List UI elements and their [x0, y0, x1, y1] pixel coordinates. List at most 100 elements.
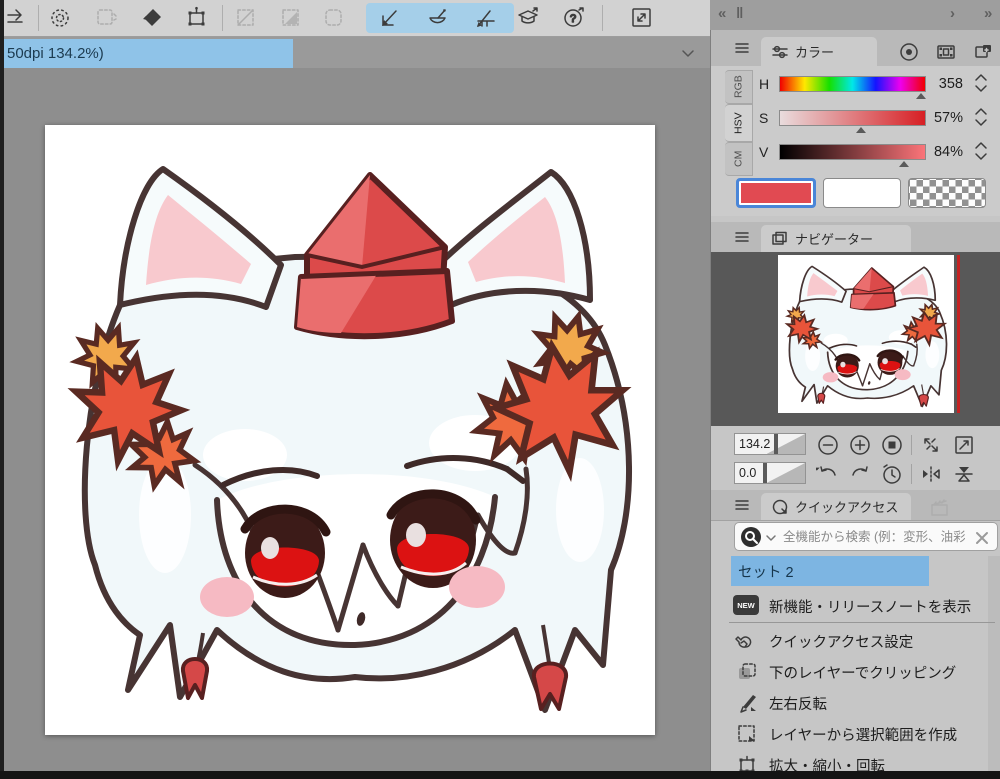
fit-to-screen-button[interactable] [918, 433, 944, 457]
tab-color-set[interactable] [930, 40, 962, 64]
saturation-stepper[interactable] [973, 106, 989, 128]
chevron-down-icon[interactable] [676, 41, 700, 65]
palette-dock-header: « ‖ › » [710, 0, 1000, 30]
rotate-reset-button[interactable] [879, 462, 905, 486]
canvas-tab[interactable]: 50dpi 134.2%) [4, 39, 293, 68]
value-stepper[interactable] [973, 140, 989, 162]
saturation-slider[interactable] [779, 110, 926, 126]
spray-tool-icon[interactable] [42, 2, 78, 34]
clip-studio-paint-window: ? 50dpi 134.2%) « ‖ › » カラー RGB HSV CM H… [0, 0, 1000, 779]
blend-tool-icon[interactable] [88, 2, 124, 34]
navigator-viewport[interactable] [711, 252, 1000, 426]
clip-layer-icon [735, 660, 759, 684]
menu-item-release-notes[interactable]: NEW 新機能・リリースノートを表示 [711, 590, 1000, 621]
value-label: V [759, 144, 769, 160]
svg-text:?: ? [570, 13, 576, 25]
saturation-value: 57% [933, 110, 963, 126]
zoom-value-box[interactable]: 134.2 [734, 433, 806, 455]
tab-color-label: カラー [795, 45, 835, 60]
selection-fade-icon[interactable] [273, 2, 309, 34]
hue-stepper[interactable] [973, 72, 989, 94]
hue-slider-caret[interactable] [916, 93, 926, 99]
clear-search-icon[interactable] [974, 530, 990, 546]
brush-tool-icon[interactable] [420, 3, 456, 35]
artwork-illustration [45, 125, 655, 735]
selection-rounded-icon[interactable] [316, 2, 352, 34]
tab-navigator-label: ナビゲーター [795, 232, 874, 247]
search-icon [741, 527, 761, 547]
rotation-value-box[interactable]: 0.0 [734, 462, 806, 484]
zoom-in-button[interactable] [847, 433, 873, 457]
tab-quick-access-label: クイックアクセス [795, 500, 899, 515]
help-icon[interactable]: ? [557, 2, 593, 34]
flip-horizontal-button[interactable] [918, 462, 944, 486]
canvas[interactable] [45, 125, 655, 735]
zoom-out-button[interactable] [815, 433, 841, 457]
tab-color[interactable]: カラー [761, 37, 877, 66]
chevron-down-icon[interactable] [764, 531, 778, 545]
quick-access-panel-header: クイックアクセス [711, 490, 1000, 521]
fill-bucket-icon[interactable] [135, 2, 171, 34]
transparent-color-swatch[interactable] [908, 178, 986, 208]
canvas-tab-bar: 50dpi 134.2%) [4, 37, 710, 68]
selection-marquee-icon [735, 722, 759, 746]
set-label: セット 2 [738, 564, 794, 581]
command-toolbar: ? [4, 0, 710, 37]
hsv-slider-area: RGB HSV CM H 358 S 57% V 84% [711, 66, 1000, 216]
navigator-thumbnail[interactable] [778, 255, 954, 413]
search-input[interactable] [781, 526, 967, 548]
transform-tool-icon[interactable] [179, 2, 215, 34]
stacked-canvases-icon [772, 231, 787, 245]
navigator-page-edge [957, 255, 960, 413]
function-search-field[interactable] [734, 522, 998, 551]
new-badge-icon: NEW [733, 595, 759, 615]
redo-icon[interactable] [0, 2, 32, 34]
palette-dock: カラー RGB HSV CM H 358 S 57% V 84% ナビゲーター … [710, 30, 1000, 771]
rail-tab-hsv[interactable]: HSV [725, 104, 753, 142]
dock-handle-icon[interactable]: ‖ [736, 5, 743, 22]
selection-launcher-icon[interactable] [228, 2, 264, 34]
panel-menu-icon[interactable] [733, 39, 751, 57]
value-slider-caret[interactable] [899, 161, 909, 167]
quick-access-set-selector[interactable]: セット 2 [731, 556, 929, 586]
menu-item-flip-horizontal[interactable]: 左右反転 [711, 687, 1000, 718]
tab-animation[interactable] [923, 495, 957, 520]
color-panel-header: カラー [711, 30, 1000, 67]
menu-item-selection-from-layer[interactable]: レイヤーから選択範囲を作成 [711, 718, 1000, 749]
value-slider[interactable] [779, 144, 926, 160]
collapse-dock-icon[interactable]: « [718, 5, 726, 22]
menu-item-quick-access-settings[interactable]: クイックアクセス設定 [711, 625, 1000, 656]
hue-slider[interactable] [779, 76, 926, 92]
main-color-swatch[interactable] [736, 178, 816, 208]
tab-navigator[interactable]: ナビゲーター [761, 225, 911, 252]
expand-dock-icon[interactable]: » [984, 5, 992, 22]
fullscreen-icon[interactable] [624, 2, 660, 34]
rail-tab-rgb[interactable]: RGB [725, 70, 753, 104]
next-panel-icon[interactable]: › [950, 5, 955, 22]
hue-label: H [759, 76, 770, 92]
tab-color-wheel[interactable] [893, 40, 925, 64]
zoom-reset-button[interactable] [879, 433, 905, 457]
rail-tab-cm[interactable]: CM [725, 142, 753, 176]
saturation-label: S [759, 110, 769, 126]
tab-color-history[interactable] [967, 40, 999, 64]
tab-quick-access[interactable]: クイックアクセス [761, 493, 911, 520]
flip-vertical-button[interactable] [951, 462, 977, 486]
zoom-value: 134.2 [739, 437, 771, 451]
rotate-right-button[interactable] [847, 462, 873, 486]
menu-item-clip-to-layer-below[interactable]: 下のレイヤーでクリッピング [711, 656, 1000, 687]
workspace [4, 68, 710, 771]
sliders-icon [772, 45, 788, 58]
sub-color-swatch[interactable] [823, 178, 901, 208]
saturation-slider-caret[interactable] [856, 127, 866, 133]
panel-menu-icon[interactable] [733, 228, 751, 246]
rotate-left-button[interactable] [815, 462, 841, 486]
panel-menu-icon[interactable] [733, 496, 751, 514]
vector-line-tool-icon[interactable] [372, 3, 408, 35]
fit-to-window-button[interactable] [951, 433, 977, 457]
ruler-pen-tool-icon[interactable] [468, 3, 504, 35]
menu-item-scale-rotate[interactable]: 拡大・縮小・回転 [711, 749, 1000, 771]
tutorial-icon[interactable] [512, 2, 548, 34]
hue-value: 358 [938, 76, 963, 92]
pen-flip-icon [735, 691, 759, 715]
